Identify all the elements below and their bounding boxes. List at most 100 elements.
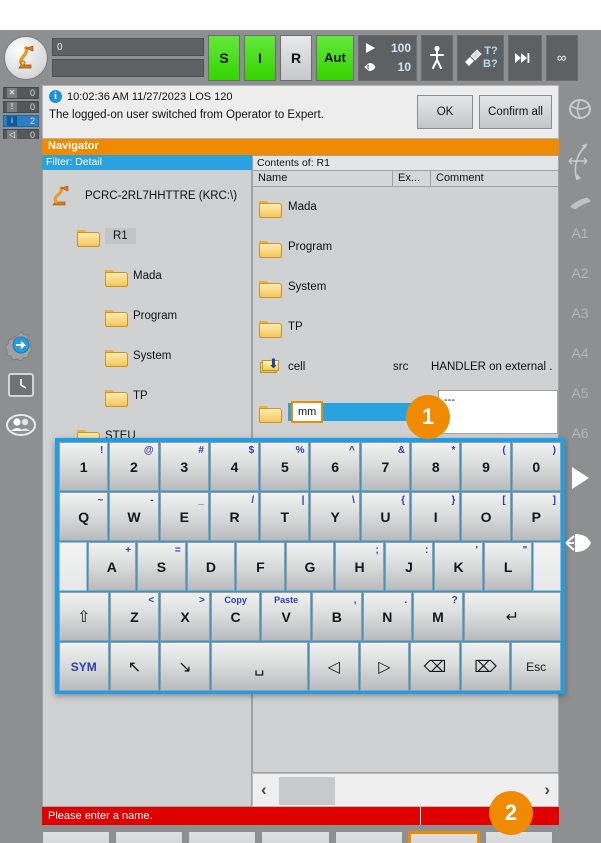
table-row[interactable]: Mada — [253, 187, 558, 227]
scroll-left-icon[interactable]: ‹ — [261, 780, 267, 800]
key-x[interactable]: > X — [160, 592, 210, 641]
arrow-right-key[interactable]: ▷ — [359, 642, 410, 691]
key-l[interactable]: " L — [483, 542, 533, 591]
key-a[interactable]: + A — [87, 542, 137, 591]
new-folder-name-input[interactable]: mm — [291, 401, 324, 423]
key-j[interactable]: :J — [384, 542, 434, 591]
interpreter-status-button[interactable] — [421, 34, 453, 81]
softkey-3[interactable] — [188, 830, 257, 843]
key-6[interactable]: ^ 6 — [310, 442, 360, 491]
key-k[interactable]: ' K — [434, 542, 483, 591]
key-e[interactable]: _ E — [159, 492, 209, 541]
key-5[interactable]: % 5 — [260, 442, 310, 491]
axis-label-a4[interactable]: A4 — [571, 333, 588, 373]
counter-error[interactable]: ✕ 0 — [3, 87, 39, 99]
tree-item-r1[interactable]: R1 — [43, 216, 251, 256]
key-n[interactable]: .N — [362, 592, 413, 641]
key-d[interactable]: D — [186, 542, 236, 591]
key-9[interactable]: (9 — [461, 442, 511, 491]
clock-icon[interactable] — [5, 369, 37, 401]
key-7[interactable]: & 7 — [360, 442, 411, 491]
key-r[interactable]: / R — [209, 492, 260, 541]
tree-item-system[interactable]: System — [43, 336, 251, 376]
key-4[interactable]: $4 — [209, 442, 260, 491]
message-confirm-all-button[interactable]: Confirm all — [479, 95, 552, 129]
table-row[interactable]: System — [253, 267, 558, 307]
arrow-left-key[interactable]: ◁ — [308, 642, 359, 691]
softkey-2[interactable] — [115, 830, 184, 843]
tree-item-root[interactable]: PCRC-2RL7HHTTRE (KRC:\) — [43, 176, 251, 216]
axis-label-a2[interactable]: A2 — [571, 253, 588, 293]
key-w[interactable]: -W — [109, 492, 159, 541]
key-i[interactable]: } I — [411, 492, 461, 541]
ok-button[interactable]: OK — [407, 830, 480, 843]
increment-jog-button[interactable] — [507, 34, 542, 81]
key-0[interactable]: ) 0 — [511, 442, 561, 491]
counter-warning[interactable]: ! 0 — [3, 101, 39, 113]
key-y[interactable]: \ Y — [310, 492, 360, 541]
key-s[interactable]: = S — [137, 542, 186, 591]
scroll-right-icon[interactable]: › — [544, 780, 550, 800]
key-h[interactable]: ; H — [335, 542, 384, 591]
enter-key[interactable]: ↵ — [463, 592, 561, 641]
column-header-name[interactable]: Name — [253, 171, 393, 186]
message-window[interactable]: i 10:02:36 AM 11/27/2023 LOS 120 The log… — [42, 85, 559, 139]
table-row[interactable]: TP — [253, 307, 558, 347]
key-u[interactable]: {U — [360, 492, 411, 541]
world-coordinate-icon[interactable] — [567, 97, 593, 121]
sym-key[interactable]: SYM — [59, 642, 109, 691]
tree-item-program[interactable]: Program — [43, 296, 251, 336]
key-o[interactable]: [O — [461, 492, 511, 541]
softkey-1[interactable] — [42, 830, 111, 843]
jog-hand-icon[interactable] — [565, 531, 595, 555]
users-icon[interactable] — [5, 409, 37, 441]
program-state-bar[interactable] — [52, 59, 204, 77]
escape-key[interactable]: Esc — [511, 642, 561, 691]
drives-i-button[interactable]: I — [244, 34, 276, 81]
override-indicator[interactable]: 100 10 — [358, 34, 417, 81]
table-row[interactable]: Program — [253, 227, 558, 267]
end-key[interactable]: ↘ — [160, 642, 210, 691]
shift-key[interactable]: ⇧ — [59, 592, 109, 641]
settings-gear-icon[interactable] — [4, 329, 37, 362]
column-header-ext[interactable]: Ex... — [393, 171, 431, 186]
operating-mode-button[interactable]: Aut — [316, 34, 354, 81]
motion-arc-icon[interactable] — [565, 141, 595, 183]
key-3[interactable]: #3 — [159, 442, 209, 491]
key-2[interactable]: @2 — [109, 442, 159, 491]
main-menu-button[interactable] — [4, 35, 48, 80]
on-screen-keyboard[interactable]: ! 1 @2 #3 $4 % 5 ^ 6 & 7 * 8 (9 ) 0 ~ Q -W _ E /… — [55, 438, 565, 694]
tree-item-mada[interactable]: Mada — [43, 256, 251, 296]
key-c-copy[interactable]: Copy C — [210, 592, 261, 641]
tree-item-tp[interactable]: TP — [43, 376, 251, 416]
key-f[interactable]: F — [236, 542, 285, 591]
program-name-bar[interactable]: 0 — [52, 38, 204, 56]
message-ok-button[interactable]: OK — [417, 95, 474, 129]
key-m[interactable]: ? M — [413, 592, 463, 641]
filter-label[interactable]: Filter: Detail — [42, 155, 252, 170]
scrollbar-thumb[interactable] — [279, 777, 335, 805]
home-key[interactable]: ↖ — [109, 642, 160, 691]
key-t[interactable]: | T — [260, 492, 310, 541]
softkey-5[interactable] — [334, 830, 403, 843]
axis-label-a6[interactable]: A6 — [571, 413, 588, 453]
softkey-4[interactable] — [261, 830, 330, 843]
key-p[interactable]: ] P — [511, 492, 561, 541]
key-g[interactable]: G — [285, 542, 335, 591]
tool-base-button[interactable]: T? B? — [457, 34, 504, 81]
tool-icon[interactable] — [567, 191, 593, 213]
axis-label-a3[interactable]: A3 — [571, 293, 588, 333]
key-8[interactable]: * 8 — [411, 442, 461, 491]
backspace-key[interactable]: ⌫ — [410, 642, 460, 691]
axis-label-a5[interactable]: A5 — [571, 373, 588, 413]
key-v-paste[interactable]: Paste V — [261, 592, 311, 641]
counter-info[interactable]: i 2 — [3, 115, 39, 127]
axis-label-a1[interactable]: A1 — [571, 213, 588, 253]
delete-key[interactable]: ⌦ — [460, 642, 511, 691]
key-b[interactable]: ,B — [311, 592, 362, 641]
column-header-comment[interactable]: Comment — [431, 171, 558, 186]
new-folder-comment-input[interactable]: --- — [438, 390, 558, 434]
table-row[interactable]: ⬇ cell src HANDLER on external . — [253, 347, 558, 387]
drives-r-button[interactable]: R — [280, 34, 312, 81]
key-z[interactable]: < Z — [109, 592, 160, 641]
